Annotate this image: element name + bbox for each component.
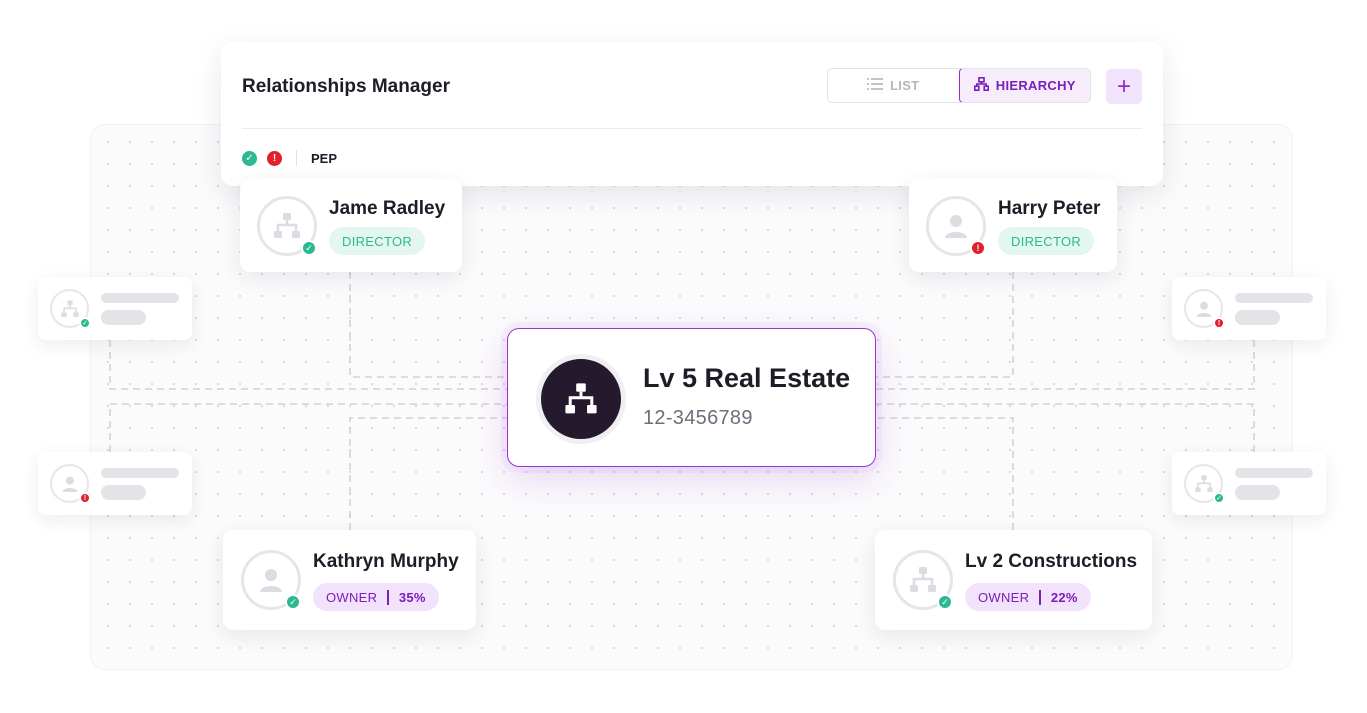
role-label: DIRECTOR <box>342 233 413 249</box>
org-icon <box>274 213 300 238</box>
badge-divider <box>1039 589 1041 605</box>
alert-icon: ! <box>79 492 91 504</box>
hierarchy-view-label: HIERARCHY <box>995 78 1076 93</box>
view-toggle: LIST HIERARCHY <box>827 68 1091 103</box>
center-entity-card[interactable]: Lv 5 Real Estate 12-3456789 <box>507 328 876 467</box>
page-title: Relationships Manager <box>242 76 450 97</box>
user-icon <box>62 476 77 492</box>
skeleton-line <box>1235 293 1313 303</box>
hierarchy-icon <box>536 354 626 444</box>
role-label: OWNER <box>326 589 378 605</box>
header-panel: Relationships Manager LIST HIERARCHY + ✓… <box>221 42 1163 186</box>
user-avatar: ✓ <box>241 550 301 610</box>
user-icon <box>945 215 967 238</box>
ownership-badge: OWNER 35% <box>313 583 439 611</box>
relation-name: Jame Radley <box>329 198 446 219</box>
user-icon <box>1196 301 1211 317</box>
user-avatar: ! <box>1184 289 1225 329</box>
ownership-share: 22% <box>1050 589 1078 605</box>
placeholder-card[interactable]: ! <box>1172 277 1326 340</box>
org-avatar: ✓ <box>50 289 91 329</box>
verified-check-icon: ✓ <box>937 594 953 610</box>
skeleton-line <box>1235 468 1313 478</box>
verified-check-icon: ✓ <box>1213 492 1225 504</box>
badge-divider <box>387 589 389 605</box>
hierarchy-icon <box>973 77 989 94</box>
verified-check-icon: ✓ <box>242 150 257 166</box>
verified-check-icon: ✓ <box>79 317 91 329</box>
role-label: OWNER <box>978 589 1030 605</box>
pep-label: PEP <box>311 150 338 166</box>
placeholder-card[interactable]: ✓ <box>1172 452 1326 515</box>
verified-check-icon: ✓ <box>285 594 301 610</box>
verified-check-icon: ✓ <box>301 240 317 256</box>
role-badge: DIRECTOR <box>998 227 1095 255</box>
entity-name: Lv 5 Real Estate <box>643 363 851 393</box>
org-avatar: ✓ <box>257 196 317 256</box>
list-view-button[interactable]: LIST <box>828 69 959 102</box>
header-divider <box>242 128 1142 129</box>
skeleton-line <box>101 485 146 500</box>
skeleton-line <box>1235 310 1280 325</box>
user-avatar: ! <box>926 196 986 256</box>
user-icon <box>260 569 282 592</box>
org-avatar: ✓ <box>1184 464 1225 504</box>
org-icon <box>910 567 936 592</box>
entity-id: 12-3456789 <box>643 407 753 429</box>
relation-name: Lv 2 Constructions <box>965 551 1138 572</box>
org-icon <box>1194 474 1213 492</box>
relation-name: Kathryn Murphy <box>313 551 459 572</box>
skeleton-line <box>101 293 179 303</box>
ownership-badge: OWNER 22% <box>965 583 1091 611</box>
org-icon <box>60 299 79 317</box>
skeleton-line <box>101 468 179 478</box>
ownership-share: 35% <box>398 589 426 605</box>
alert-icon: ! <box>267 150 282 166</box>
list-view-label: LIST <box>890 78 920 93</box>
placeholder-card[interactable]: ✓ <box>38 277 192 340</box>
relationships-hierarchy-view: Relationships Manager LIST HIERARCHY + ✓… <box>0 0 1367 713</box>
alert-icon: ! <box>970 240 986 256</box>
skeleton-line <box>1235 485 1280 500</box>
relation-card-kathryn-murphy[interactable]: ✓ Kathryn Murphy OWNER 35% <box>223 530 476 630</box>
legend: ✓ ! PEP <box>242 150 337 166</box>
list-icon <box>867 78 884 93</box>
role-label: DIRECTOR <box>1011 233 1082 249</box>
relation-card-harry-peter[interactable]: ! Harry Peter DIRECTOR <box>909 179 1117 272</box>
relation-card-jame-radley[interactable]: ✓ Jame Radley DIRECTOR <box>240 179 462 272</box>
add-relationship-button[interactable]: + <box>1106 69 1142 104</box>
relation-name: Harry Peter <box>998 198 1101 219</box>
legend-divider <box>296 150 297 166</box>
skeleton-line <box>101 310 146 325</box>
hierarchy-view-button[interactable]: HIERARCHY <box>958 69 1090 102</box>
user-avatar: ! <box>50 464 91 504</box>
role-badge: DIRECTOR <box>329 227 426 255</box>
alert-icon: ! <box>1213 317 1225 329</box>
relation-card-lv2-constructions[interactable]: ✓ Lv 2 Constructions OWNER 22% <box>875 530 1152 630</box>
org-avatar: ✓ <box>893 550 953 610</box>
placeholder-card[interactable]: ! <box>38 452 192 515</box>
